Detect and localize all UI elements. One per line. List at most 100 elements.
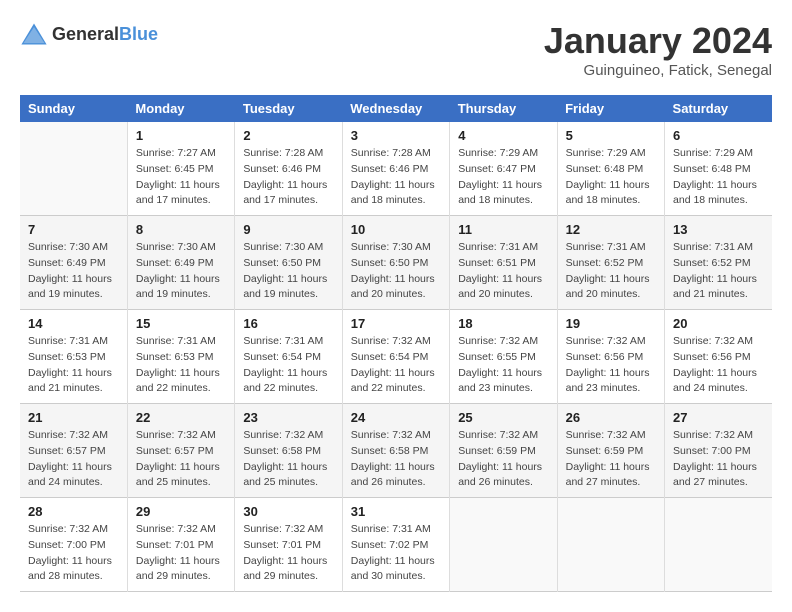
day-info: Sunrise: 7:32 AM Sunset: 6:59 PM Dayligh…: [566, 428, 656, 491]
calendar-cell: 18 Sunrise: 7:32 AM Sunset: 6:55 PM Dayli…: [450, 310, 557, 404]
calendar-cell: [20, 122, 127, 216]
week-row-2: 7 Sunrise: 7:30 AM Sunset: 6:49 PM Daylig…: [20, 216, 772, 310]
day-number: 6: [673, 128, 764, 143]
calendar-body: 1Sunrise: 7:27 AM Sunset: 6:45 PM Daylig…: [20, 122, 772, 592]
day-info: Sunrise: 7:31 AM Sunset: 6:52 PM Dayligh…: [673, 240, 764, 303]
calendar-cell: [450, 498, 557, 592]
day-info: Sunrise: 7:28 AM Sunset: 6:46 PM Dayligh…: [351, 146, 441, 209]
day-number: 7: [28, 222, 119, 237]
day-number: 14: [28, 316, 119, 331]
day-info: Sunrise: 7:32 AM Sunset: 7:01 PM Dayligh…: [243, 522, 333, 585]
logo: GeneralBlue: [20, 20, 158, 48]
logo-icon: [20, 20, 48, 48]
week-row-5: 28Sunrise: 7:32 AM Sunset: 7:00 PM Dayli…: [20, 498, 772, 592]
calendar-cell: [557, 498, 664, 592]
day-info: Sunrise: 7:31 AM Sunset: 7:02 PM Dayligh…: [351, 522, 441, 585]
day-number: 1: [136, 128, 226, 143]
calendar-cell: 20 Sunrise: 7:32 AM Sunset: 6:56 PM Dayli…: [665, 310, 772, 404]
location: Guinguineo, Fatick, Senegal: [544, 62, 772, 79]
logo-blue: Blue: [119, 24, 158, 44]
day-info: Sunrise: 7:30 AM Sunset: 6:49 PM Dayligh…: [136, 240, 226, 303]
calendar-cell: 26 Sunrise: 7:32 AM Sunset: 6:59 PM Dayli…: [557, 404, 664, 498]
day-info: Sunrise: 7:32 AM Sunset: 6:57 PM Dayligh…: [136, 428, 226, 491]
week-row-1: 1Sunrise: 7:27 AM Sunset: 6:45 PM Daylig…: [20, 122, 772, 216]
calendar-cell: 28Sunrise: 7:32 AM Sunset: 7:00 PM Dayli…: [20, 498, 127, 592]
calendar-cell: 5 Sunrise: 7:29 AM Sunset: 6:48 PM Daylig…: [557, 122, 664, 216]
calendar-cell: 14 Sunrise: 7:31 AM Sunset: 6:53 PM Dayli…: [20, 310, 127, 404]
day-info: Sunrise: 7:32 AM Sunset: 6:58 PM Dayligh…: [243, 428, 333, 491]
day-number: 17: [351, 316, 441, 331]
title-block: January 2024 Guinguineo, Fatick, Senegal: [544, 20, 772, 79]
day-number: 25: [458, 410, 548, 425]
day-number: 3: [351, 128, 441, 143]
week-row-3: 14 Sunrise: 7:31 AM Sunset: 6:53 PM Dayli…: [20, 310, 772, 404]
day-number: 28: [28, 504, 119, 519]
day-info: Sunrise: 7:30 AM Sunset: 6:50 PM Dayligh…: [351, 240, 441, 303]
day-number: 10: [351, 222, 441, 237]
day-header-monday: Monday: [127, 95, 234, 122]
day-number: 8: [136, 222, 226, 237]
day-number: 19: [566, 316, 656, 331]
calendar-cell: 16Sunrise: 7:31 AM Sunset: 6:54 PM Dayli…: [235, 310, 342, 404]
day-info: Sunrise: 7:31 AM Sunset: 6:53 PM Dayligh…: [28, 334, 119, 397]
day-info: Sunrise: 7:28 AM Sunset: 6:46 PM Dayligh…: [243, 146, 333, 209]
day-number: 13: [673, 222, 764, 237]
calendar-cell: 22 Sunrise: 7:32 AM Sunset: 6:57 PM Dayli…: [127, 404, 234, 498]
calendar-cell: 31 Sunrise: 7:31 AM Sunset: 7:02 PM Dayli…: [342, 498, 449, 592]
day-number: 20: [673, 316, 764, 331]
day-number: 5: [566, 128, 656, 143]
day-header-sunday: Sunday: [20, 95, 127, 122]
day-number: 31: [351, 504, 441, 519]
day-info: Sunrise: 7:29 AM Sunset: 6:48 PM Dayligh…: [566, 146, 656, 209]
day-number: 18: [458, 316, 548, 331]
day-number: 26: [566, 410, 656, 425]
calendar-cell: 15Sunrise: 7:31 AM Sunset: 6:53 PM Dayli…: [127, 310, 234, 404]
calendar-cell: 23 Sunrise: 7:32 AM Sunset: 6:58 PM Dayli…: [235, 404, 342, 498]
day-number: 9: [243, 222, 333, 237]
calendar-cell: 19 Sunrise: 7:32 AM Sunset: 6:56 PM Dayli…: [557, 310, 664, 404]
calendar-cell: 29Sunrise: 7:32 AM Sunset: 7:01 PM Dayli…: [127, 498, 234, 592]
calendar-cell: 7 Sunrise: 7:30 AM Sunset: 6:49 PM Daylig…: [20, 216, 127, 310]
day-number: 4: [458, 128, 548, 143]
day-info: Sunrise: 7:32 AM Sunset: 6:56 PM Dayligh…: [566, 334, 656, 397]
day-info: Sunrise: 7:31 AM Sunset: 6:54 PM Dayligh…: [243, 334, 333, 397]
day-info: Sunrise: 7:32 AM Sunset: 6:56 PM Dayligh…: [673, 334, 764, 397]
logo-general: General: [52, 24, 119, 44]
calendar-cell: 30 Sunrise: 7:32 AM Sunset: 7:01 PM Dayli…: [235, 498, 342, 592]
day-number: 30: [243, 504, 333, 519]
day-info: Sunrise: 7:32 AM Sunset: 6:57 PM Dayligh…: [28, 428, 119, 491]
day-number: 29: [136, 504, 226, 519]
day-header-saturday: Saturday: [665, 95, 772, 122]
day-number: 15: [136, 316, 226, 331]
calendar-header-row: SundayMondayTuesdayWednesdayThursdayFrid…: [20, 95, 772, 122]
day-info: Sunrise: 7:32 AM Sunset: 7:00 PM Dayligh…: [673, 428, 764, 491]
day-header-wednesday: Wednesday: [342, 95, 449, 122]
calendar-cell: 3 Sunrise: 7:28 AM Sunset: 6:46 PM Daylig…: [342, 122, 449, 216]
day-number: 2: [243, 128, 333, 143]
calendar-cell: 27 Sunrise: 7:32 AM Sunset: 7:00 PM Dayli…: [665, 404, 772, 498]
day-number: 27: [673, 410, 764, 425]
day-number: 21: [28, 410, 119, 425]
day-header-friday: Friday: [557, 95, 664, 122]
calendar-cell: 24 Sunrise: 7:32 AM Sunset: 6:58 PM Dayli…: [342, 404, 449, 498]
calendar-cell: 1Sunrise: 7:27 AM Sunset: 6:45 PM Daylig…: [127, 122, 234, 216]
day-info: Sunrise: 7:32 AM Sunset: 6:58 PM Dayligh…: [351, 428, 441, 491]
calendar-cell: 11Sunrise: 7:31 AM Sunset: 6:51 PM Dayli…: [450, 216, 557, 310]
day-number: 24: [351, 410, 441, 425]
day-info: Sunrise: 7:29 AM Sunset: 6:48 PM Dayligh…: [673, 146, 764, 209]
calendar-cell: 12Sunrise: 7:31 AM Sunset: 6:52 PM Dayli…: [557, 216, 664, 310]
calendar-cell: 9Sunrise: 7:30 AM Sunset: 6:50 PM Daylig…: [235, 216, 342, 310]
day-number: 22: [136, 410, 226, 425]
calendar-cell: 13 Sunrise: 7:31 AM Sunset: 6:52 PM Dayli…: [665, 216, 772, 310]
calendar-cell: 8 Sunrise: 7:30 AM Sunset: 6:49 PM Daylig…: [127, 216, 234, 310]
month-title: January 2024: [544, 20, 772, 62]
day-number: 12: [566, 222, 656, 237]
calendar-cell: 21 Sunrise: 7:32 AM Sunset: 6:57 PM Dayli…: [20, 404, 127, 498]
day-header-tuesday: Tuesday: [235, 95, 342, 122]
calendar-table: SundayMondayTuesdayWednesdayThursdayFrid…: [20, 95, 772, 592]
day-info: Sunrise: 7:32 AM Sunset: 6:59 PM Dayligh…: [458, 428, 548, 491]
day-info: Sunrise: 7:30 AM Sunset: 6:49 PM Dayligh…: [28, 240, 119, 303]
day-info: Sunrise: 7:32 AM Sunset: 6:55 PM Dayligh…: [458, 334, 548, 397]
day-number: 23: [243, 410, 333, 425]
calendar-cell: 25 Sunrise: 7:32 AM Sunset: 6:59 PM Dayli…: [450, 404, 557, 498]
